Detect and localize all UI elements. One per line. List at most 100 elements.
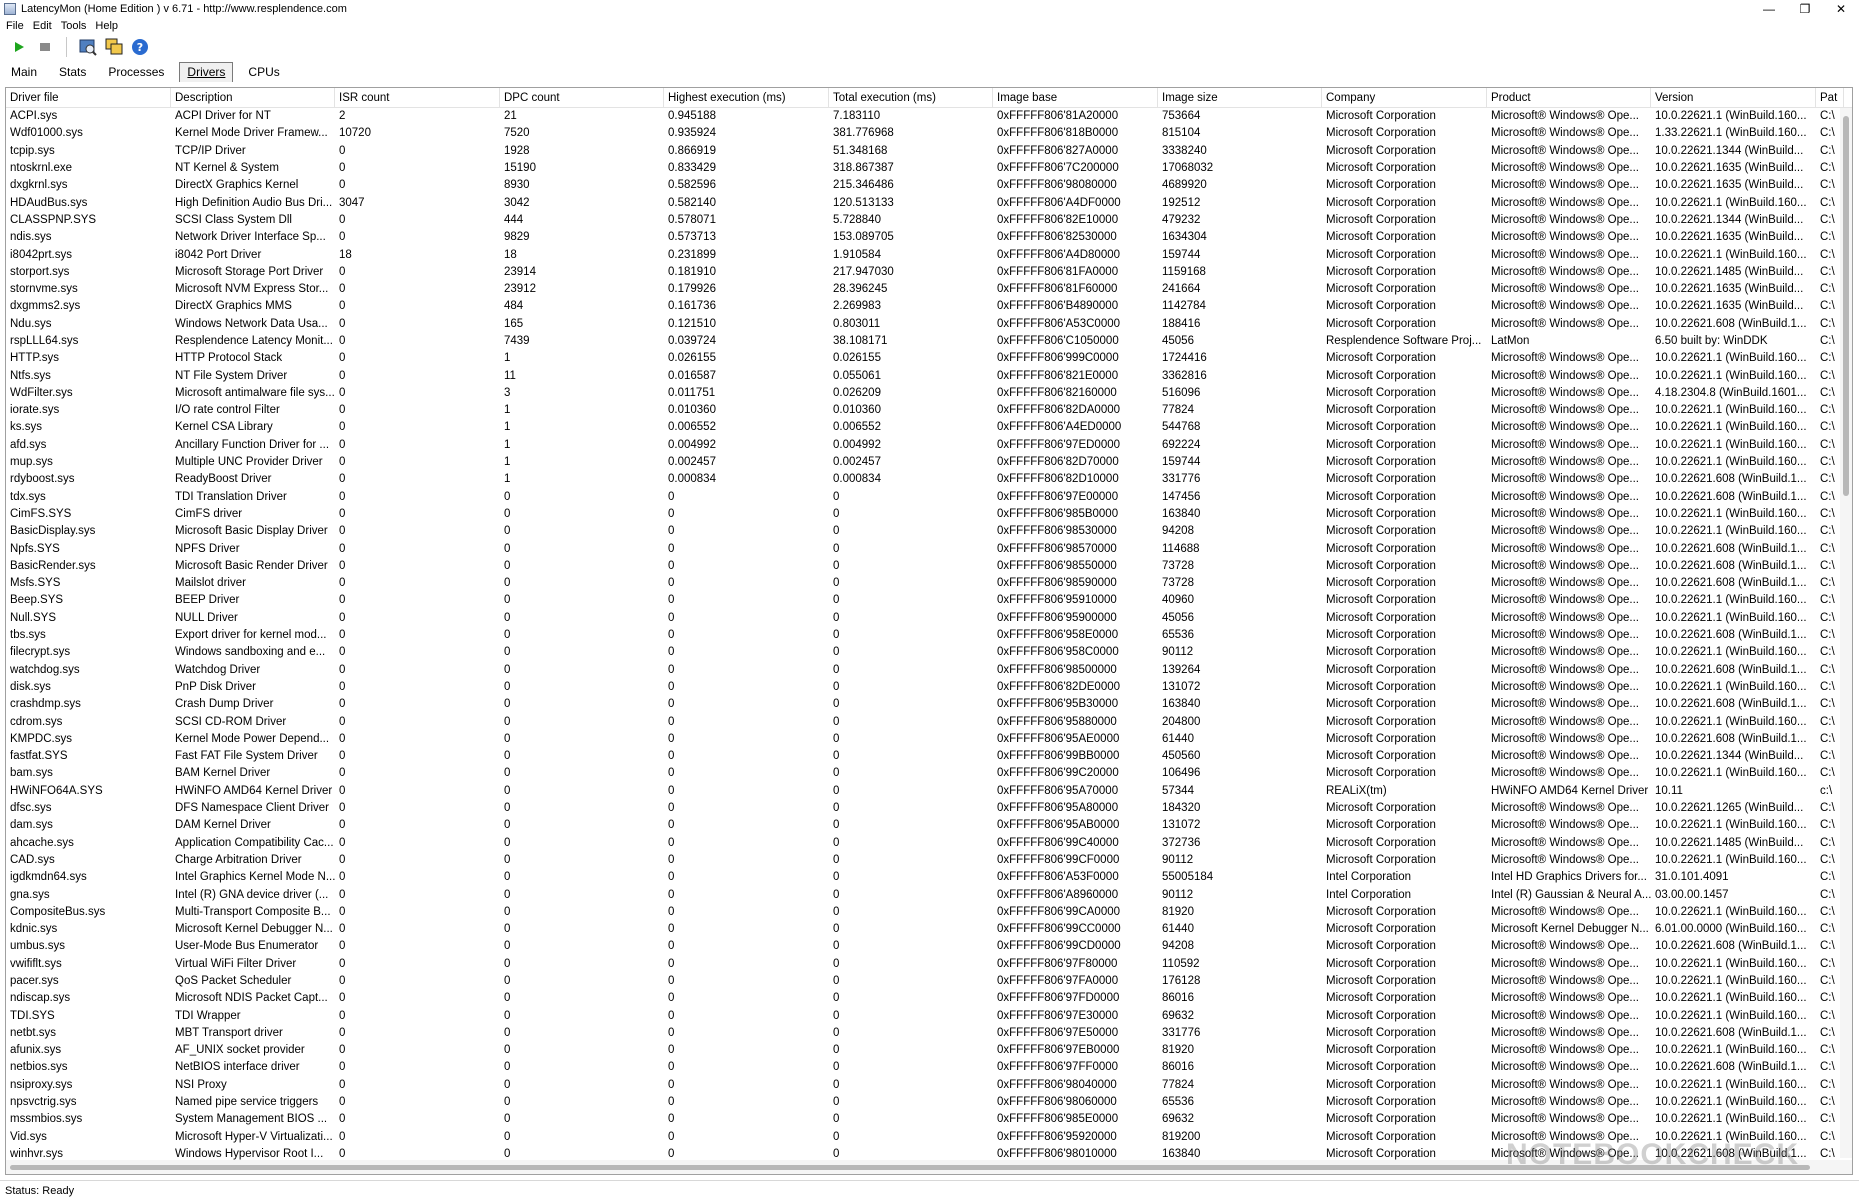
table-row[interactable]: Null.SYS NULL Driver 0 0 0 0 0xFFFFF806'959000… xyxy=(6,610,1852,627)
table-row[interactable]: vwififlt.sys Virtual WiFi Filter Driver 0 0… xyxy=(6,956,1852,973)
table-row[interactable]: afunix.sys AF_UNIX socket provider 0 0 0 0 0xF… xyxy=(6,1042,1852,1059)
column-header-isr-count[interactable]: ISR count xyxy=(335,88,500,108)
table-row[interactable]: CAD.sys Charge Arbitration Driver 0 0 0 0 0xFF… xyxy=(6,852,1852,869)
menu-file[interactable]: File xyxy=(6,20,24,32)
table-row[interactable]: cdrom.sys SCSI CD-ROM Driver 0 0 0 0 0xFFFFF80… xyxy=(6,713,1852,730)
column-header-product[interactable]: Product xyxy=(1487,88,1651,108)
cell-dpc-count: 3042 xyxy=(504,196,530,209)
table-row[interactable]: ndis.sys Network Driver Interface Sp... 0 9… xyxy=(6,229,1852,246)
start-button[interactable] xyxy=(8,36,30,58)
table-row[interactable]: HWiNFO64A.SYS HWiNFO AMD64 Kernel Driver 0… xyxy=(6,783,1852,800)
table-row[interactable]: tdx.sys TDI Translation Driver 0 0 0 0 0xFFFFF… xyxy=(6,489,1852,506)
table-row[interactable]: WdFilter.sys Microsoft antimalware file s… xyxy=(6,385,1852,402)
table-row[interactable]: igdkmdn64.sys Intel Graphics Kernel Mode … xyxy=(6,869,1852,886)
column-header-image-base[interactable]: Image base xyxy=(993,88,1158,108)
svg-text:?: ? xyxy=(137,41,143,54)
tab-cpus[interactable]: CPUs xyxy=(241,63,286,82)
table-row[interactable]: ks.sys Kernel CSA Library 0 1 0.006552 0.0065… xyxy=(6,419,1852,436)
analyze-button[interactable] xyxy=(77,36,99,58)
stop-button[interactable] xyxy=(34,36,56,58)
menu-help[interactable]: Help xyxy=(95,20,118,32)
table-row[interactable]: kdnic.sys Microsoft Kernel Debugger N... 0… xyxy=(6,921,1852,938)
column-header-description[interactable]: Description xyxy=(171,88,335,108)
cell-image-base: 0xFFFFF806'82D70000 xyxy=(997,456,1119,469)
close-button[interactable]: ✕ xyxy=(1823,0,1859,18)
cell-dpc-count: 0 xyxy=(504,923,511,936)
column-header-highest-execution[interactable]: Highest execution (ms) xyxy=(664,88,829,108)
table-row[interactable]: Npfs.SYS NPFS Driver 0 0 0 0 0xFFFFF806'985700… xyxy=(6,540,1852,557)
table-row[interactable]: tcpip.sys TCP/IP Driver 0 1928 0.866919 51.34… xyxy=(6,143,1852,160)
table-row[interactable]: bam.sys BAM Kernel Driver 0 0 0 0 0xFFFFF806'9… xyxy=(6,765,1852,782)
minimize-button[interactable]: — xyxy=(1751,0,1787,18)
table-row[interactable]: mup.sys Multiple UNC Provider Driver 0 1 0.0… xyxy=(6,454,1852,471)
menu-edit[interactable]: Edit xyxy=(33,20,52,32)
table-row[interactable]: filecrypt.sys Windows sandboxing and e...… xyxy=(6,644,1852,661)
menu-tools[interactable]: Tools xyxy=(61,20,87,32)
tab-main[interactable]: Main xyxy=(4,63,44,82)
drivers-list[interactable]: Driver file Description ISR count DPC co… xyxy=(5,87,1853,1175)
table-row[interactable]: rdyboost.sys ReadyBoost Driver 0 1 0.000834 0… xyxy=(6,471,1852,488)
column-header-company[interactable]: Company xyxy=(1322,88,1487,108)
table-row[interactable]: BasicDisplay.sys Microsoft Basic Display … xyxy=(6,523,1852,540)
table-row[interactable]: KMPDC.sys Kernel Mode Power Depend... 0 0 0 0… xyxy=(6,731,1852,748)
tab-drivers[interactable]: Drivers xyxy=(179,62,234,82)
table-row[interactable]: CLASSPNP.SYS SCSI Class System Dll 0 444 0.5… xyxy=(6,212,1852,229)
table-row[interactable]: tbs.sys Export driver for kernel mod... 0 0… xyxy=(6,627,1852,644)
column-header-driver-file[interactable]: Driver file xyxy=(6,88,171,108)
table-row[interactable]: npsvctrig.sys Named pipe service triggers… xyxy=(6,1094,1852,1111)
table-row[interactable]: CimFS.SYS CimFS driver 0 0 0 0 0xFFFFF806'985B… xyxy=(6,506,1852,523)
cell-description: SCSI CD-ROM Driver xyxy=(175,715,287,728)
table-row[interactable]: BasicRender.sys Microsoft Basic Render Dr… xyxy=(6,558,1852,575)
table-row[interactable]: Wdf01000.sys Kernel Mode Driver Framew...… xyxy=(6,125,1852,142)
table-row[interactable]: ahcache.sys Application Compatibility Cac… xyxy=(6,834,1852,851)
table-row[interactable]: storport.sys Microsoft Storage Port Drive… xyxy=(6,264,1852,281)
table-row[interactable]: HTTP.sys HTTP Protocol Stack 0 1 0.026155 0.0… xyxy=(6,350,1852,367)
cell-version: 6.50 built by: WinDDK xyxy=(1655,335,1768,347)
tab-stats[interactable]: Stats xyxy=(52,63,93,82)
table-row[interactable]: ntoskrnl.exe NT Kernel & System 0 15190 0.83… xyxy=(6,160,1852,177)
table-row[interactable]: stornvme.sys Microsoft NVM Express Stor..… xyxy=(6,281,1852,298)
vertical-scrollbar[interactable] xyxy=(1840,108,1852,1158)
table-row[interactable]: rspLLL64.sys Resplendence Latency Monit..… xyxy=(6,333,1852,350)
column-header-total-execution[interactable]: Total execution (ms) xyxy=(829,88,993,108)
table-row[interactable]: gna.sys Intel (R) GNA device driver (... 0… xyxy=(6,886,1852,903)
column-header-path[interactable]: Pat xyxy=(1816,88,1844,108)
table-row[interactable]: nsiproxy.sys NSI Proxy 0 0 0 0 0xFFFFF806'9804… xyxy=(6,1077,1852,1094)
table-row[interactable]: iorate.sys I/O rate control Filter 0 1 0.010… xyxy=(6,402,1852,419)
table-row[interactable]: disk.sys PnP Disk Driver 0 0 0 0 0xFFFFF806'82… xyxy=(6,679,1852,696)
table-row[interactable]: afd.sys Ancillary Function Driver for ...… xyxy=(6,437,1852,454)
table-row[interactable]: dxgmms2.sys DirectX Graphics MMS 0 484 0.161… xyxy=(6,298,1852,315)
table-row[interactable]: umbus.sys User-Mode Bus Enumerator 0 0 0 0 0xF… xyxy=(6,938,1852,955)
table-row[interactable]: HDAudBus.sys High Definition Audio Bus Dr… xyxy=(6,194,1852,211)
column-header-version[interactable]: Version xyxy=(1651,88,1816,108)
column-header-dpc-count[interactable]: DPC count xyxy=(500,88,664,108)
table-row[interactable]: mssmbios.sys System Management BIOS ... 0 0… xyxy=(6,1111,1852,1128)
cell-highest-execution: 0 xyxy=(668,767,675,780)
table-row[interactable]: CompositeBus.sys Multi-Transport Composit… xyxy=(6,904,1852,921)
maximize-button[interactable]: ❐ xyxy=(1787,0,1823,18)
table-row[interactable]: Ndu.sys Windows Network Data Usa... 0 165 0.… xyxy=(6,316,1852,333)
help-button[interactable]: ? xyxy=(129,36,151,58)
column-header-image-size[interactable]: Image size xyxy=(1158,88,1322,108)
windows-button[interactable] xyxy=(103,36,125,58)
table-row[interactable]: i8042prt.sys i8042 Port Driver 18 18 0.23189… xyxy=(6,246,1852,263)
table-row[interactable]: crashdmp.sys Crash Dump Driver 0 0 0 0 0xFFFFF… xyxy=(6,696,1852,713)
table-row[interactable]: Ntfs.sys NT File System Driver 0 11 0.016587… xyxy=(6,367,1852,384)
table-row[interactable]: watchdog.sys Watchdog Driver 0 0 0 0 0xFFFFF80… xyxy=(6,662,1852,679)
table-row[interactable]: Beep.SYS BEEP Driver 0 0 0 0 0xFFFFF806'959100… xyxy=(6,592,1852,609)
table-row[interactable]: netbios.sys NetBIOS interface driver 0 0 0 0 0… xyxy=(6,1059,1852,1076)
table-row[interactable]: dxgkrnl.sys DirectX Graphics Kernel 0 8930 0… xyxy=(6,177,1852,194)
tab-processes[interactable]: Processes xyxy=(101,63,171,82)
table-row[interactable]: dfsc.sys DFS Namespace Client Driver 0 0 0 0 0… xyxy=(6,800,1852,817)
table-row[interactable]: TDI.SYS TDI Wrapper 0 0 0 0 0xFFFFF806'97E3000… xyxy=(6,1007,1852,1024)
cell-version: 10.0.22621.608 (WinBuild.1... xyxy=(1655,698,1807,711)
table-row[interactable]: pacer.sys QoS Packet Scheduler 0 0 0 0 0xFFFFF… xyxy=(6,973,1852,990)
table-row[interactable]: netbt.sys MBT Transport driver 0 0 0 0 0xFFFFF… xyxy=(6,1025,1852,1042)
cell-isr-count: 0 xyxy=(339,957,346,970)
table-row[interactable]: fastfat.SYS Fast FAT File System Driver 0 0… xyxy=(6,748,1852,765)
table-row[interactable]: Msfs.SYS Mailslot driver 0 0 0 0 0xFFFFF806'98… xyxy=(6,575,1852,592)
table-row[interactable]: ACPI.sys ACPI Driver for NT 2 21 0.945188 7.1… xyxy=(6,108,1852,125)
table-row[interactable]: dam.sys DAM Kernel Driver 0 0 0 0 0xFFFFF806'9… xyxy=(6,817,1852,834)
table-row[interactable]: ndiscap.sys Microsoft NDIS Packet Capt...… xyxy=(6,990,1852,1007)
vertical-scroll-thumb[interactable] xyxy=(1843,116,1849,496)
